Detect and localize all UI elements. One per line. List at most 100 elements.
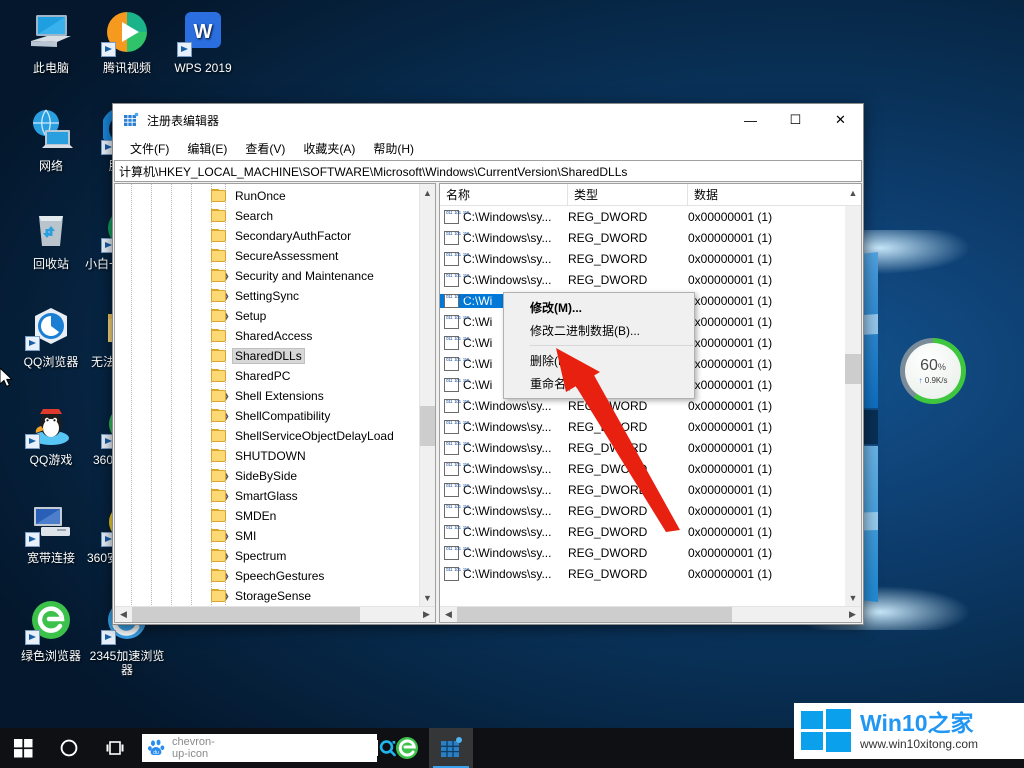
scroll-right-icon[interactable]: ▶: [418, 607, 435, 622]
tree-item[interactable]: ❯SettingSync: [115, 286, 419, 306]
tree-item[interactable]: ShellServiceObjectDelayLoad: [115, 426, 419, 446]
dword-value-icon: [444, 483, 459, 497]
desktop-icon-qq-browser[interactable]: QQ浏览器: [8, 302, 94, 369]
context-menu[interactable]: 修改(M)...修改二进制数据(B)... 删除(D)重命名(R): [503, 292, 695, 399]
scroll-thumb[interactable]: [845, 354, 861, 384]
scroll-track[interactable]: [845, 206, 861, 589]
ctx-delete[interactable]: 删除(D): [504, 349, 694, 372]
scroll-track[interactable]: [420, 201, 435, 589]
tree-item[interactable]: SharedDLLs: [115, 346, 419, 366]
value-row[interactable]: C:\Windows\sy...REG_DWORD0x00000001 (1): [440, 206, 845, 227]
column-header-type[interactable]: 类型: [568, 184, 688, 205]
tree-item[interactable]: ❯StorageSense: [115, 586, 419, 606]
tree-item[interactable]: RunOnce: [115, 186, 419, 206]
scroll-up-icon[interactable]: ▲: [420, 184, 435, 201]
tree-item[interactable]: SharedPC: [115, 366, 419, 386]
tree-item[interactable]: ❯SmartGlass: [115, 486, 419, 506]
minimize-button[interactable]: —: [728, 104, 773, 136]
tree-item[interactable]: ❯SMI: [115, 526, 419, 546]
value-row[interactable]: C:\Windows\sy...REG_DWORD0x00000001 (1): [440, 437, 845, 458]
value-row[interactable]: C:\Windows\sy...REG_DWORD0x00000001 (1): [440, 269, 845, 290]
ctx-rename[interactable]: 重命名(R): [504, 372, 694, 395]
desktop-icon-qq-games[interactable]: QQ游戏: [8, 400, 94, 467]
desktop-icon-wps-2019[interactable]: W WPS 2019: [160, 8, 246, 75]
taskbar-app-registry-editor[interactable]: [429, 728, 473, 768]
menu-edit[interactable]: 编辑(E): [178, 138, 236, 159]
value-type: REG_DWORD: [568, 525, 688, 539]
scroll-left-icon[interactable]: ◀: [440, 607, 457, 622]
menu-file[interactable]: 文件(F): [121, 138, 178, 159]
percent-value: 60: [920, 357, 938, 374]
scroll-track[interactable]: [457, 607, 844, 622]
value-row[interactable]: C:\Windows\sy...REG_DWORD0x00000001 (1): [440, 500, 845, 521]
column-header-name[interactable]: 名称: [440, 184, 568, 205]
address-bar[interactable]: 计算机\HKEY_LOCAL_MACHINE\SOFTWARE\Microsof…: [114, 160, 862, 182]
list-vertical-scrollbar[interactable]: ▼: [845, 206, 861, 606]
list-horizontal-scrollbar[interactable]: ◀ ▶: [440, 606, 861, 622]
dword-value-icon: [444, 294, 459, 308]
registry-tree[interactable]: RunOnceSearchSecondaryAuthFactorSecureAs…: [115, 184, 419, 606]
value-row[interactable]: C:\Windows\sy...REG_DWORD0x00000001 (1): [440, 542, 845, 563]
tree-item[interactable]: SecondaryAuthFactor: [115, 226, 419, 246]
search-input[interactable]: [219, 740, 378, 756]
value-row[interactable]: C:\Windows\sy...REG_DWORD0x00000001 (1): [440, 458, 845, 479]
folder-icon: [211, 529, 227, 543]
search-box[interactable]: du chevron-up-icon: [142, 734, 377, 762]
maximize-button[interactable]: ☐: [773, 104, 818, 136]
tree-item[interactable]: ❯ShellCompatibility: [115, 406, 419, 426]
tree-vertical-scrollbar[interactable]: ▲ ▼: [419, 184, 435, 606]
cortana-button[interactable]: [46, 728, 92, 768]
value-row[interactable]: C:\Windows\sy...REG_DWORD0x00000001 (1): [440, 227, 845, 248]
scroll-right-icon[interactable]: ▶: [844, 607, 861, 622]
value-name: C:\Windows\sy...: [463, 252, 551, 266]
tree-horizontal-scrollbar[interactable]: ◀ ▶: [115, 606, 435, 622]
registry-values-list[interactable]: C:\Windows\sy...REG_DWORD0x00000001 (1)C…: [440, 206, 845, 606]
desktop-icon-recycle-bin[interactable]: 回收站: [8, 204, 94, 271]
desktop-icon-green-browser[interactable]: 绿色浏览器: [8, 596, 94, 663]
desktop-icon-label: QQ游戏: [8, 453, 94, 467]
tree-item[interactable]: ❯Setup: [115, 306, 419, 326]
value-row[interactable]: C:\Windows\sy...REG_DWORD0x00000001 (1): [440, 416, 845, 437]
value-row[interactable]: C:\Windows\sy...REG_DWORD0x00000001 (1): [440, 521, 845, 542]
scroll-thumb[interactable]: [457, 607, 732, 622]
menu-help[interactable]: 帮助(H): [364, 138, 423, 159]
tree-item[interactable]: ❯SpeechGestures: [115, 566, 419, 586]
window-title: 注册表编辑器: [147, 112, 219, 129]
value-row[interactable]: C:\Windows\sy...REG_DWORD0x00000001 (1): [440, 479, 845, 500]
tree-item[interactable]: ❯Shell Extensions: [115, 386, 419, 406]
menu-view[interactable]: 查看(V): [236, 138, 294, 159]
network-speed-widget[interactable]: 60% ↑ 0.9K/s: [900, 338, 966, 404]
value-row[interactable]: C:\Windows\sy...REG_DWORD0x00000001 (1): [440, 563, 845, 584]
title-bar[interactable]: 注册表编辑器 — ☐ ✕: [113, 104, 863, 136]
scroll-down-icon[interactable]: ▼: [845, 589, 861, 606]
scroll-up-icon[interactable]: ▲: [845, 184, 861, 201]
ctx-modify-binary[interactable]: 修改二进制数据(B)...: [504, 319, 694, 342]
tree-item[interactable]: SMDEn: [115, 506, 419, 526]
desktop-icon-network[interactable]: 网络: [8, 106, 94, 173]
ctx-modify[interactable]: 修改(M)...: [504, 296, 694, 319]
tree-item[interactable]: ❯SideBySide: [115, 466, 419, 486]
desktop-icon-tencent-video[interactable]: 腾讯视频: [84, 8, 170, 75]
value-type: REG_DWORD: [568, 483, 688, 497]
tree-item[interactable]: SecureAssessment: [115, 246, 419, 266]
scroll-thumb[interactable]: [132, 607, 360, 622]
tree-item[interactable]: ❯Spectrum: [115, 546, 419, 566]
desktop-icon-broadband[interactable]: 宽带连接: [8, 498, 94, 565]
menu-favorites[interactable]: 收藏夹(A): [294, 138, 364, 159]
start-button[interactable]: [0, 728, 46, 768]
tree-item[interactable]: Search: [115, 206, 419, 226]
taskbar-app-green-browser[interactable]: [385, 728, 429, 768]
tree-item[interactable]: SharedAccess: [115, 326, 419, 346]
scroll-thumb[interactable]: [420, 406, 435, 446]
close-button[interactable]: ✕: [818, 104, 863, 136]
tree-item[interactable]: ❯Security and Maintenance: [115, 266, 419, 286]
scroll-down-icon[interactable]: ▼: [420, 589, 435, 606]
desktop-icon-computer[interactable]: 此电脑: [8, 8, 94, 75]
task-view-button[interactable]: [92, 728, 138, 768]
scroll-left-icon[interactable]: ◀: [115, 607, 132, 622]
column-header-data[interactable]: 数据: [688, 184, 845, 205]
tree-item[interactable]: SHUTDOWN: [115, 446, 419, 466]
chevron-up-icon[interactable]: chevron-up-icon: [172, 736, 215, 760]
value-row[interactable]: C:\Windows\sy...REG_DWORD0x00000001 (1): [440, 248, 845, 269]
scroll-track[interactable]: [132, 607, 418, 622]
